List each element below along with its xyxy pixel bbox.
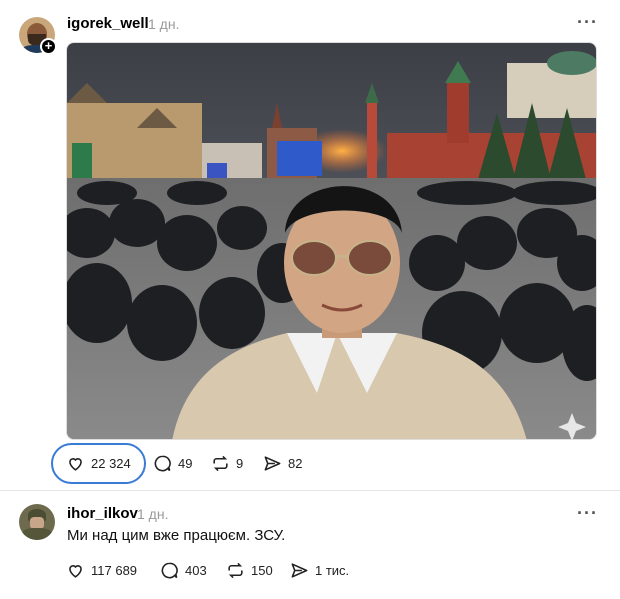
reply-comment-action: 403 bbox=[160, 561, 207, 580]
red-square-selfie-image bbox=[67, 43, 596, 439]
repost-icon bbox=[213, 455, 228, 472]
reply-repost-action: 150 bbox=[226, 561, 273, 580]
repost-action: 9 bbox=[211, 454, 243, 473]
comment-count: 49 bbox=[178, 456, 193, 471]
reply-share-button[interactable]: 1 тис. bbox=[290, 561, 349, 580]
reply-repost-button[interactable]: 150 bbox=[226, 561, 273, 580]
post-image[interactable] bbox=[66, 42, 597, 440]
comment-icon bbox=[154, 455, 171, 472]
reply-repost-count: 150 bbox=[251, 563, 273, 578]
reply-text: Ми над цим вже працюєм. ЗСУ. bbox=[67, 527, 286, 544]
reply-comment-button[interactable]: 403 bbox=[160, 561, 207, 580]
post-timestamp[interactable]: 1 дн. bbox=[148, 16, 179, 32]
post: + igorek_well 1 дн. ··· 22 324 49 9 82 bbox=[0, 0, 620, 490]
reply-author-avatar[interactable] bbox=[19, 504, 55, 540]
reply-like-count: 117 689 bbox=[91, 563, 138, 578]
repost-icon bbox=[228, 562, 243, 579]
reply-share-action: 1 тис. bbox=[290, 561, 349, 580]
reply-share-count: 1 тис. bbox=[315, 563, 350, 578]
send-icon bbox=[291, 563, 308, 578]
heart-icon bbox=[69, 565, 82, 578]
reply-timestamp[interactable]: 1 дн. bbox=[137, 506, 168, 522]
follow-plus-icon[interactable]: + bbox=[40, 38, 57, 55]
share-action: 82 bbox=[263, 454, 302, 473]
comment-action: 49 bbox=[153, 454, 192, 473]
post-actions: 22 324 bbox=[66, 454, 131, 473]
like-count: 22 324 bbox=[91, 456, 131, 471]
repost-button[interactable]: 9 bbox=[211, 454, 243, 473]
reply-like-button[interactable]: 117 689 bbox=[66, 561, 137, 580]
share-button[interactable]: 82 bbox=[263, 454, 302, 473]
comment-icon bbox=[161, 562, 178, 579]
reply-like-action: 117 689 bbox=[66, 561, 137, 580]
like-button[interactable]: 22 324 bbox=[66, 454, 131, 473]
comment-button[interactable]: 49 bbox=[153, 454, 192, 473]
reply-more-options-icon[interactable]: ··· bbox=[577, 503, 598, 524]
divider bbox=[0, 490, 620, 491]
reply-author-username[interactable]: ihor_ilkov bbox=[67, 505, 138, 522]
share-count: 82 bbox=[288, 456, 303, 471]
reply-comment-count: 403 bbox=[185, 563, 207, 578]
more-options-icon[interactable]: ··· bbox=[577, 12, 598, 33]
repost-count: 9 bbox=[236, 456, 244, 471]
send-icon bbox=[264, 456, 281, 471]
heart-icon bbox=[69, 458, 82, 471]
author-username[interactable]: igorek_well bbox=[67, 15, 149, 32]
